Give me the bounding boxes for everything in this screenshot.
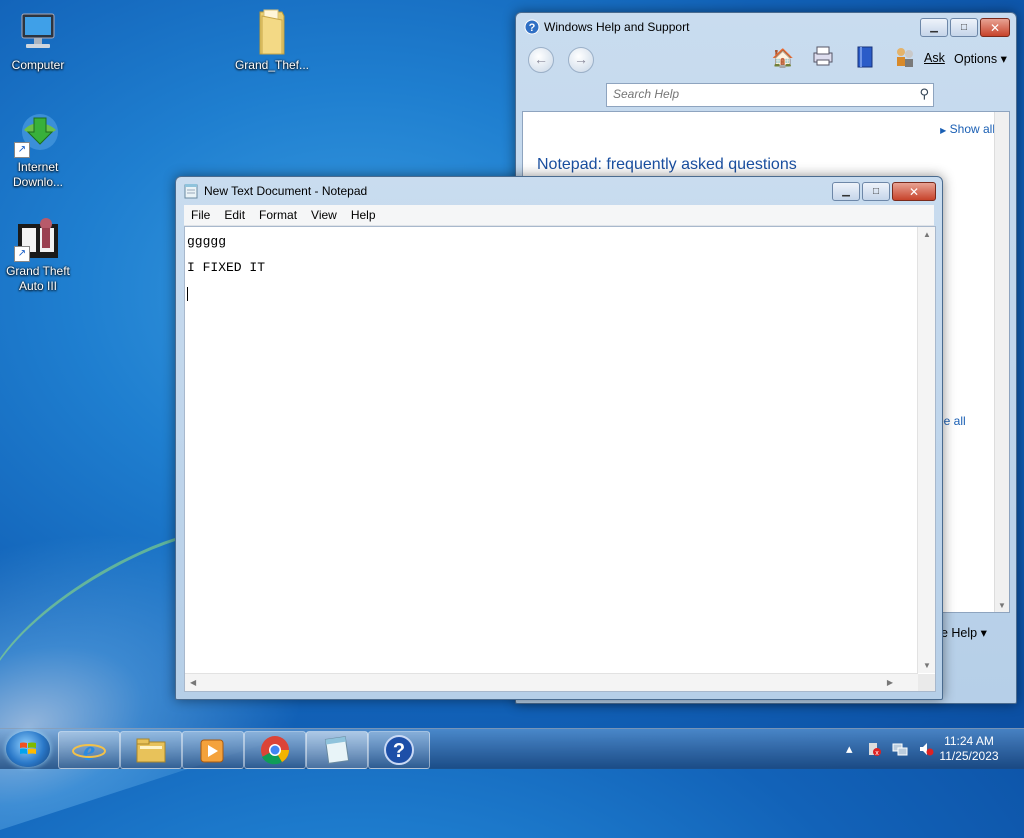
search-icon[interactable]: ⚲ — [919, 86, 929, 102]
svg-text:?: ? — [393, 740, 405, 762]
notepad-icon — [184, 183, 198, 199]
editor-line-caret — [187, 281, 265, 307]
home-icon[interactable]: 🏠 — [770, 45, 796, 71]
desktop-icon-computer[interactable]: Computer — [0, 8, 76, 73]
ask-icon[interactable] — [892, 45, 918, 71]
start-button[interactable] — [6, 731, 50, 767]
chevron-down-icon: ▾ — [1000, 52, 1007, 66]
help-scrollbar[interactable]: ▼ — [994, 112, 1009, 612]
notepad-window: New Text Document - Notepad ▁ □ ✕ File E… — [175, 176, 943, 700]
desktop-icon-gta3[interactable]: ↗ Grand Theft Auto III — [0, 214, 76, 294]
close-button[interactable]: ✕ — [980, 18, 1010, 37]
show-all-link[interactable]: ▶ Show all — [940, 122, 995, 136]
clock-date: 11/25/2023 — [939, 749, 999, 763]
menu-view[interactable]: View — [304, 205, 344, 225]
horizontal-scrollbar[interactable]: ◀ ▶ — [185, 673, 918, 691]
scroll-down-arrow-icon[interactable]: ▼ — [923, 661, 931, 670]
taskbar-help-support[interactable]: ? — [368, 731, 430, 769]
notepad-icon — [324, 736, 350, 764]
notepad-titlebar[interactable]: New Text Document - Notepad ▁ □ ✕ — [176, 177, 942, 205]
clock-time: 11:24 AM — [944, 734, 994, 748]
computer-icon — [14, 8, 62, 56]
svg-text:?: ? — [529, 22, 536, 34]
desktop-icon-grand-theft-folder[interactable]: Grand_Thef... — [234, 8, 310, 73]
taskbar-internet-explorer[interactable]: e — [58, 731, 120, 769]
browse-help-icon[interactable] — [852, 45, 878, 71]
editor-line: ggggg — [187, 234, 227, 249]
svg-text:x: x — [875, 750, 879, 757]
taskbar-chrome[interactable] — [244, 731, 306, 769]
help-icon: ? — [524, 19, 540, 35]
menu-help[interactable]: Help — [344, 205, 383, 225]
text-editor[interactable]: ggggg I FIXED IT ▲ ▼ ◀ ▶ — [184, 226, 936, 692]
menu-file[interactable]: File — [184, 205, 217, 225]
chrome-icon — [261, 736, 289, 765]
help-icon: ? — [384, 735, 414, 765]
volume-muted-icon[interactable] — [918, 741, 934, 760]
desktop-icon-label: Grand Theft Auto III — [6, 264, 70, 293]
network-icon[interactable] — [892, 741, 908, 760]
internet-explorer-icon: e — [72, 736, 106, 767]
shortcut-arrow-icon: ↗ — [14, 246, 30, 262]
scroll-up-arrow-icon[interactable]: ▲ — [923, 230, 931, 239]
action-center-icon[interactable]: x — [866, 741, 882, 760]
expand-arrow-icon: ▶ — [940, 126, 947, 135]
options-button[interactable]: Options ▾ — [954, 51, 1007, 66]
taskbar-notepad[interactable] — [306, 731, 368, 769]
print-icon[interactable] — [810, 45, 836, 71]
media-player-icon — [200, 739, 224, 763]
desktop-icon-label: Grand_Thef... — [234, 58, 310, 72]
show-all-label: Show all — [949, 122, 995, 136]
desktop-icon-label: Internet Downlo... — [12, 160, 64, 189]
gta3-icon: ↗ — [14, 214, 62, 262]
vertical-scrollbar[interactable]: ▲ ▼ — [917, 227, 935, 673]
help-window-title: Windows Help and Support — [544, 20, 690, 34]
menu-bar: File Edit Format View Help — [184, 205, 934, 226]
internet-download-manager-icon: ↗ — [14, 110, 62, 158]
scroll-left-arrow-icon[interactable]: ◀ — [190, 678, 196, 687]
editor-content[interactable]: ggggg I FIXED IT — [187, 229, 265, 307]
desktop-icon-internet-download[interactable]: ↗ Internet Downlo... — [0, 110, 76, 190]
folder-icon — [248, 8, 296, 56]
shortcut-arrow-icon: ↗ — [14, 142, 30, 158]
help-titlebar[interactable]: ? Windows Help and Support ▁ □ ✕ — [516, 13, 1016, 41]
back-button[interactable]: ← — [528, 47, 554, 73]
folder-icon — [136, 738, 166, 763]
resize-grip[interactable] — [918, 674, 935, 691]
close-button[interactable]: ✕ — [892, 182, 936, 201]
maximize-button[interactable]: □ — [862, 182, 890, 201]
taskbar-media-player[interactable] — [182, 731, 244, 769]
scroll-right-arrow-icon[interactable]: ▶ — [887, 678, 893, 687]
editor-line: I FIXED IT — [187, 260, 266, 275]
taskbar: e ? ▴ x 11:24 AM 11/25/2023 — [0, 728, 1024, 769]
options-label: Options — [954, 52, 998, 66]
notepad-window-title: New Text Document - Notepad — [204, 184, 368, 198]
taskbar-file-explorer[interactable] — [120, 731, 182, 769]
menu-edit[interactable]: Edit — [217, 205, 252, 225]
desktop-icon-label: Computer — [11, 58, 65, 72]
text-caret — [187, 286, 188, 301]
maximize-button[interactable]: □ — [950, 18, 978, 37]
search-help-field[interactable]: ⚲ — [606, 83, 934, 107]
chevron-down-icon: ▾ — [980, 626, 987, 640]
windows-logo-icon — [20, 742, 36, 754]
faq-heading: Notepad: frequently asked questions — [537, 156, 797, 173]
search-input[interactable] — [607, 84, 909, 104]
system-clock[interactable]: 11:24 AM 11/25/2023 — [934, 734, 1004, 764]
scroll-down-arrow-icon[interactable]: ▼ — [998, 601, 1006, 610]
menu-format[interactable]: Format — [252, 205, 304, 225]
minimize-button[interactable]: ▁ — [920, 18, 948, 37]
show-hidden-icons-icon[interactable]: ▴ — [846, 741, 853, 757]
forward-button[interactable]: → — [568, 47, 594, 73]
ask-button[interactable]: Ask — [924, 51, 945, 65]
svg-text:e: e — [83, 736, 95, 767]
minimize-button[interactable]: ▁ — [832, 182, 860, 201]
